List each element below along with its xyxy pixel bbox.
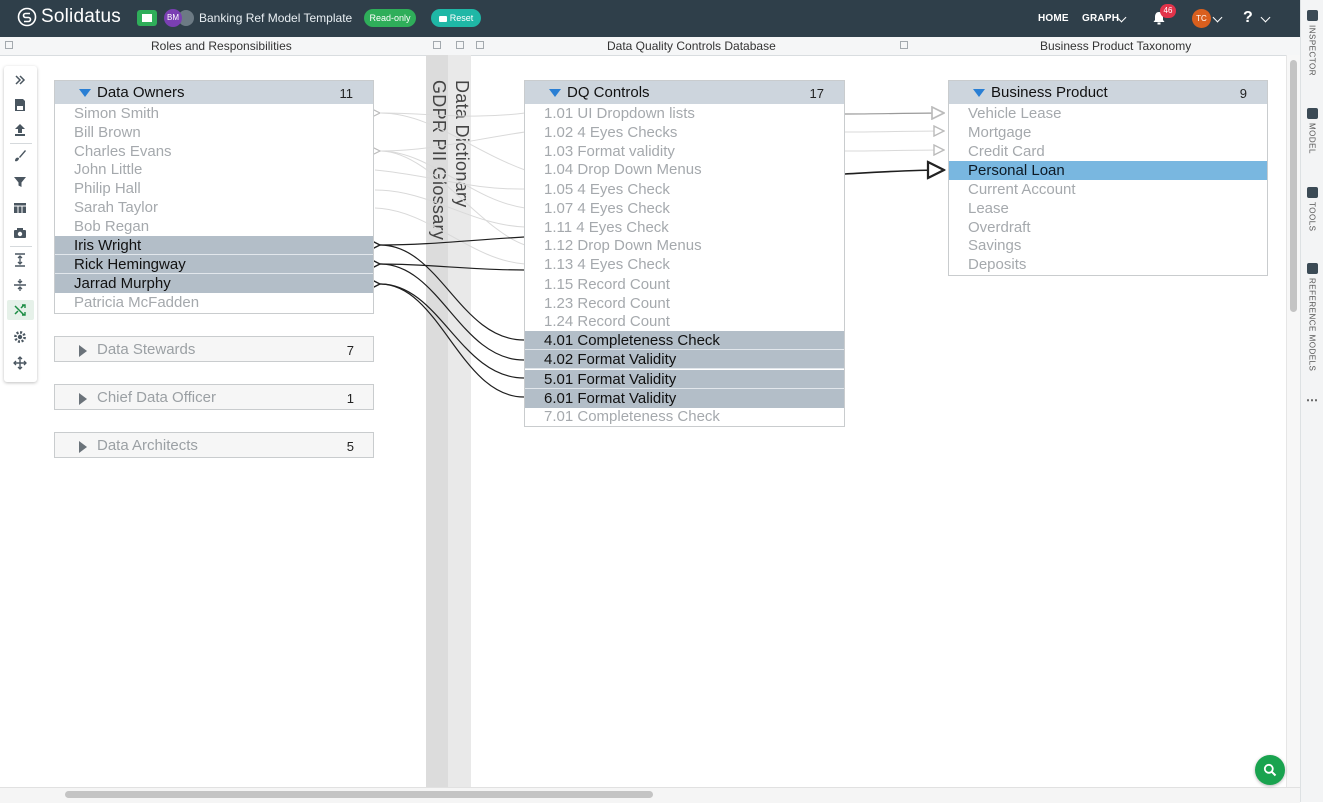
inspector-icon (1306, 10, 1318, 21)
shuffle-icon[interactable] (7, 300, 34, 320)
caret-right-icon[interactable] (79, 345, 87, 357)
brush-icon[interactable] (12, 148, 28, 164)
group-header[interactable]: Business Product 9 (949, 81, 1267, 104)
collapse-vertical-icon[interactable] (12, 277, 28, 293)
caret-down-icon[interactable] (549, 89, 561, 97)
list-item[interactable]: 1.23 Record Count (525, 294, 844, 313)
toolbar-divider (10, 143, 32, 144)
settings-gear-icon[interactable] (12, 329, 28, 345)
list-item[interactable]: Charles Evans (55, 142, 373, 161)
list-item[interactable]: Credit Card (949, 142, 1267, 161)
move-arrows-icon[interactable] (12, 355, 28, 371)
search-button[interactable] (1255, 755, 1285, 785)
list-item[interactable]: Overdraft (949, 218, 1267, 237)
model-tab[interactable]: MODEL (1304, 108, 1320, 159)
list-item[interactable]: Bob Regan (55, 217, 373, 236)
group-count: 9 (1239, 86, 1247, 101)
list-item[interactable]: Savings (949, 236, 1267, 255)
business-product-group[interactable]: Business Product 9 Vehicle Lease Mortgag… (948, 80, 1268, 276)
list-item-selected[interactable]: 6.01 Format Validity (525, 389, 844, 408)
inspector-tab[interactable]: INSPECTOR (1304, 10, 1320, 81)
data-architects-group[interactable]: Data Architects 5 (54, 432, 374, 458)
upload-icon[interactable] (12, 122, 28, 138)
list-item[interactable]: 1.02 4 Eyes Checks (525, 123, 844, 142)
inspector-label: INSPECTOR (1307, 25, 1317, 77)
group-count: 5 (346, 439, 354, 454)
list-item[interactable]: Mortgage (949, 123, 1267, 142)
list-item[interactable]: 1.15 Record Count (525, 275, 844, 294)
list-item[interactable]: 1.12 Drop Down Menus (525, 236, 844, 255)
right-side-panel: INSPECTOR MODEL TOOLS REFERENCE MODELS ⋯ (1300, 0, 1323, 802)
group-header[interactable]: Data Owners 11 (55, 81, 373, 104)
group-title: Data Owners (97, 84, 185, 101)
list-item-selected[interactable]: Rick Hemingway (55, 255, 373, 274)
list-item[interactable]: 1.03 Format validity (525, 142, 844, 161)
caret-down-icon[interactable] (973, 89, 985, 97)
reference-models-icon (1306, 263, 1318, 274)
model-label: MODEL (1307, 123, 1317, 154)
list-item-highlighted[interactable]: Personal Loan (949, 161, 1267, 180)
group-count: 17 (809, 86, 824, 101)
chief-data-officer-group[interactable]: Chief Data Officer 1 (54, 384, 374, 410)
group-title: DQ Controls (567, 84, 650, 101)
group-title: Data Stewards (97, 341, 196, 358)
group-count: 11 (339, 86, 354, 101)
expand-toolbar-icon[interactable] (12, 72, 28, 88)
group-title: Data Architects (97, 437, 198, 454)
list-item[interactable]: Simon Smith (55, 104, 373, 123)
data-stewards-group[interactable]: Data Stewards 7 (54, 336, 374, 362)
group-count: 7 (346, 343, 354, 358)
list-item[interactable]: 1.13 4 Eyes Check (525, 255, 844, 274)
list-item[interactable]: Patricia McFadden (55, 293, 373, 312)
group-count: 1 (346, 391, 354, 406)
list-item[interactable]: Vehicle Lease (949, 104, 1267, 123)
list-item[interactable]: 7.01 Completeness Check (525, 407, 844, 426)
vertical-scroll-thumb[interactable] (1290, 60, 1297, 312)
toolbar-divider (10, 246, 32, 247)
reference-models-tab[interactable]: REFERENCE MODELS (1304, 263, 1320, 376)
filter-icon[interactable] (12, 174, 28, 190)
group-title: Business Product (991, 84, 1108, 101)
list-item[interactable]: John Little (55, 160, 373, 179)
reference-models-label: REFERENCE MODELS (1307, 278, 1317, 372)
model-icon (1306, 108, 1318, 119)
tools-label: TOOLS (1307, 202, 1317, 232)
list-item[interactable]: 1.11 4 Eyes Check (525, 218, 844, 237)
caret-right-icon[interactable] (79, 441, 87, 453)
left-toolbar (4, 66, 37, 382)
list-item[interactable]: 1.24 Record Count (525, 312, 844, 331)
horizontal-scroll-thumb[interactable] (65, 791, 653, 798)
camera-icon[interactable] (12, 225, 28, 241)
list-item[interactable]: 1.04 Drop Down Menus (525, 160, 844, 179)
data-owners-group[interactable]: Data Owners 11 Simon Smith Bill Brown Ch… (54, 80, 374, 314)
tools-icon (1306, 187, 1318, 198)
list-item-selected[interactable]: 4.02 Format Validity (525, 350, 844, 369)
list-item-selected[interactable]: Jarrad Murphy (55, 274, 373, 293)
search-icon (1263, 763, 1277, 777)
group-header[interactable]: DQ Controls 17 (525, 81, 844, 104)
caret-right-icon[interactable] (79, 393, 87, 405)
more-icon[interactable]: ⋯ (1304, 393, 1320, 407)
dq-controls-group[interactable]: DQ Controls 17 1.01 UI Dropdown lists 1.… (524, 80, 845, 427)
group-title: Chief Data Officer (97, 389, 216, 406)
tools-tab[interactable]: TOOLS (1304, 187, 1320, 236)
list-item-selected[interactable]: 5.01 Format Validity (525, 370, 844, 389)
list-item[interactable]: 1.07 4 Eyes Check (525, 199, 844, 218)
list-item[interactable]: Current Account (949, 180, 1267, 199)
list-item[interactable]: Lease (949, 199, 1267, 218)
list-item-selected[interactable]: Iris Wright (55, 236, 373, 255)
list-item-selected[interactable]: 4.01 Completeness Check (525, 331, 844, 350)
list-item[interactable]: Philip Hall (55, 179, 373, 198)
list-item[interactable]: 1.05 4 Eyes Check (525, 180, 844, 199)
caret-down-icon[interactable] (79, 89, 91, 97)
list-item[interactable]: Deposits (949, 255, 1267, 274)
list-item[interactable]: Sarah Taylor (55, 198, 373, 217)
save-icon[interactable] (12, 97, 28, 113)
expand-vertical-icon[interactable] (12, 252, 28, 268)
table-icon[interactable] (12, 200, 28, 216)
list-item[interactable]: 1.01 UI Dropdown lists (525, 104, 844, 123)
list-item[interactable]: Bill Brown (55, 123, 373, 142)
